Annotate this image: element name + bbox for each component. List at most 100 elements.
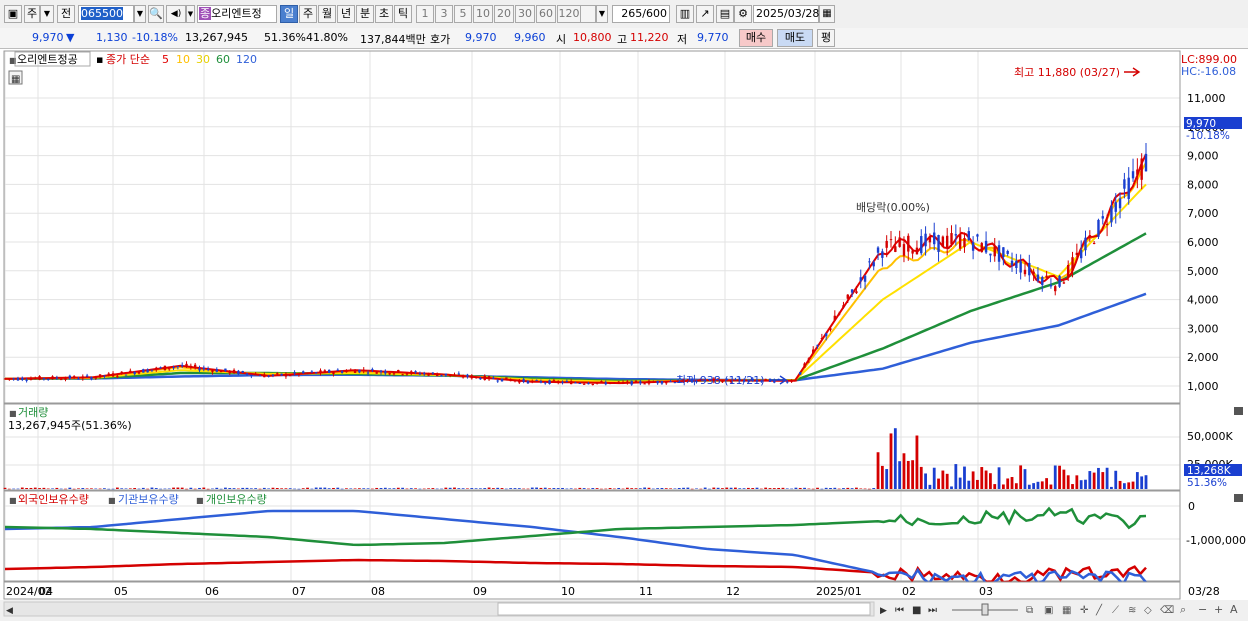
zoom-in-icon[interactable]: + (1214, 603, 1223, 616)
scroll-thumb[interactable] (497, 602, 871, 616)
bottom-scrollbar[interactable]: ◀ ▶ ⏮ ■ ⏭ ⧉ ▣ ▦ ✛ ╱ ⟋ ≋ ◇ ⌫ ⌕ − + A (0, 600, 1248, 621)
window-icon[interactable]: ▣ (1044, 605, 1053, 616)
volume-bar (669, 488, 672, 489)
candle-body (1036, 274, 1040, 281)
volume-bar (677, 488, 681, 489)
price-tick-label: 9,000 (1187, 150, 1219, 163)
eraser-icon[interactable]: ⌫ (1160, 605, 1174, 616)
period-button-0[interactable]: 일 (280, 5, 298, 23)
gear-icon[interactable]: ⚙ (734, 5, 752, 23)
font-size-icon[interactable]: A (1230, 603, 1238, 616)
candle-body (552, 380, 556, 382)
candle-body (842, 305, 845, 308)
trend-icon[interactable]: ⟋ (1112, 605, 1119, 616)
market-select[interactable]: 주 (24, 5, 40, 23)
candle-body (561, 381, 564, 383)
price-tick-label: 3,000 (1187, 322, 1219, 335)
volume-bar (967, 480, 971, 489)
sell-button[interactable]: 매도 (777, 29, 813, 47)
period-button-2[interactable]: 월 (318, 5, 336, 23)
save-icon[interactable]: ▤ (716, 5, 734, 23)
stop-icon[interactable]: ■ (912, 605, 921, 616)
search-icon[interactable]: 🔍 (148, 5, 164, 23)
zoom-out-icon[interactable]: − (1198, 603, 1207, 616)
volume-bar (924, 473, 927, 489)
magnifier-icon[interactable]: ⌕ (1180, 603, 1186, 616)
interval-button-20[interactable]: 20 (494, 5, 514, 23)
eval-button[interactable]: 평 (817, 29, 835, 47)
interval-button-10[interactable]: 10 (473, 5, 493, 23)
interval-button-1[interactable]: 1 (416, 5, 434, 23)
chevron-down-icon[interactable]: ▼ (40, 5, 54, 23)
candle-body (94, 377, 97, 379)
table-icon[interactable]: ▦ (1062, 605, 1071, 616)
volume-bar (1023, 469, 1027, 489)
candle-type-icon[interactable]: ▥ (676, 5, 694, 23)
x-axis-label: 06 (205, 585, 219, 598)
shape-icon[interactable]: ◇ (1144, 605, 1152, 616)
volume-bar (517, 488, 521, 489)
interval-button-30[interactable]: 30 (515, 5, 535, 23)
period-button-4[interactable]: 분 (356, 5, 374, 23)
fib-icon[interactable]: ≋ (1128, 605, 1136, 616)
prev-button[interactable]: 전 (57, 5, 75, 23)
speaker-dropdown-icon[interactable]: ▼ (186, 5, 195, 23)
buy-button[interactable]: 매수 (739, 29, 773, 47)
scroll-right-icon[interactable]: ▶ (880, 606, 887, 616)
dividend-annotation: 배당락(0.00%) (856, 201, 930, 214)
volume-bar (1097, 467, 1100, 489)
period-button-6[interactable]: 틱 (394, 5, 412, 23)
candle-body (535, 379, 538, 381)
crosshair-icon[interactable]: ✛ (1080, 605, 1089, 616)
copy-icon[interactable]: ⧉ (1026, 605, 1033, 616)
candle-body (505, 377, 508, 381)
rewind-icon[interactable]: ⏮ (895, 605, 904, 616)
institution-holding-label: 기관보유수량 (118, 493, 179, 506)
volume-bar (1144, 475, 1148, 489)
scroll-left-icon[interactable]: ◀ (6, 606, 13, 616)
line-tool-icon[interactable]: ╱ (1095, 603, 1103, 616)
date-field[interactable]: 2025/03/28 (753, 5, 819, 23)
candle-body (928, 236, 932, 243)
volume-bar (984, 470, 988, 489)
candle-body (1028, 262, 1031, 276)
calendar-icon[interactable]: ▦ (819, 5, 835, 23)
code-dropdown-icon[interactable]: ▼ (134, 5, 146, 23)
holding-panel-close-icon[interactable] (1234, 494, 1243, 502)
zoom-slider-thumb[interactable] (981, 603, 989, 616)
interval-button-120[interactable]: 120 (557, 5, 581, 23)
volume-bar (902, 453, 906, 489)
interval-dropdown-icon[interactable]: ▼ (596, 5, 608, 23)
interval-button-60[interactable]: 60 (536, 5, 556, 23)
volume-panel-close-icon[interactable] (1234, 407, 1243, 415)
count-field[interactable]: 265/600 (612, 5, 670, 23)
candle-body (630, 380, 633, 385)
volume-bar (664, 488, 668, 489)
interval-button-3[interactable]: 3 (435, 5, 453, 23)
candle-body (872, 262, 875, 267)
volume-bar (77, 488, 80, 489)
candle-body (245, 373, 249, 375)
period-button-5[interactable]: 초 (375, 5, 393, 23)
volume-bar (16, 488, 20, 490)
interval-button-5[interactable]: 5 (454, 5, 472, 23)
window-menu-icon[interactable]: ▣ (4, 5, 22, 23)
candle-body (574, 382, 577, 384)
speaker-icon[interactable]: ◀) (166, 5, 186, 23)
volume-bar (444, 487, 448, 489)
chart-tool-icon[interactable]: ↗ (696, 5, 714, 23)
volume-bar (647, 487, 651, 489)
ask-price: 9,970 (465, 31, 497, 44)
period-button-1[interactable]: 주 (299, 5, 317, 23)
period-button-3[interactable]: 년 (337, 5, 355, 23)
stock-name-field[interactable]: 종오리엔트정 (197, 5, 277, 23)
candle-body (12, 378, 15, 380)
volume-bar (375, 487, 379, 489)
forward-icon[interactable]: ⏭ (928, 605, 937, 616)
candle-body (90, 377, 93, 380)
candle-body (483, 375, 486, 381)
volume-bar (461, 488, 465, 489)
candle-body (202, 367, 206, 370)
stock-code-input[interactable]: 065500 (78, 5, 134, 23)
candle-body (1114, 202, 1117, 212)
